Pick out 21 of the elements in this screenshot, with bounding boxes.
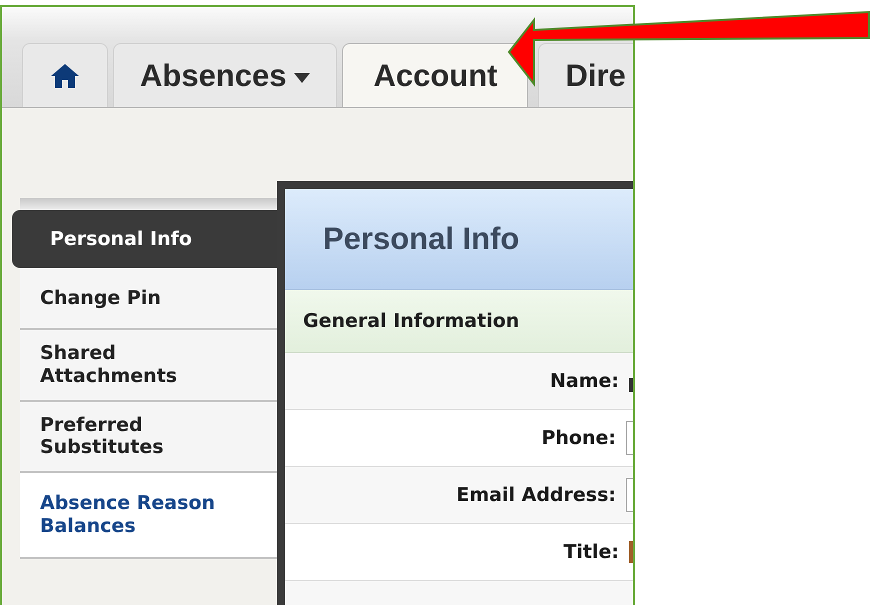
caret-icon bbox=[294, 72, 310, 82]
field-label: Title: bbox=[563, 541, 619, 563]
home-icon bbox=[50, 62, 80, 88]
sidebar-item[interactable]: Shared Attachments bbox=[20, 330, 277, 402]
input-field[interactable] bbox=[626, 478, 633, 512]
field-label: Name: bbox=[550, 370, 619, 392]
tab[interactable]: Account bbox=[342, 43, 528, 107]
select-field[interactable] bbox=[629, 541, 633, 563]
sidebar-item[interactable]: Preferred Substitutes bbox=[20, 402, 277, 474]
section-heading: General Information bbox=[303, 310, 520, 332]
input-field[interactable] bbox=[626, 421, 633, 455]
sidebar-item[interactable]: Personal Info bbox=[12, 210, 277, 268]
field-label: Phone: bbox=[541, 427, 616, 449]
tab[interactable]: Dire bbox=[538, 43, 633, 107]
field-label: Email Address: bbox=[456, 484, 616, 506]
tab-label: Absences bbox=[140, 58, 286, 94]
sidebar-item[interactable]: Absence Reason Balances bbox=[20, 473, 277, 560]
sidebar-item[interactable]: Change Pin bbox=[20, 268, 277, 330]
home-tab[interactable] bbox=[22, 43, 108, 107]
panel-title: Personal Info bbox=[323, 221, 520, 257]
menu-tab[interactable]: Absences bbox=[113, 43, 338, 107]
